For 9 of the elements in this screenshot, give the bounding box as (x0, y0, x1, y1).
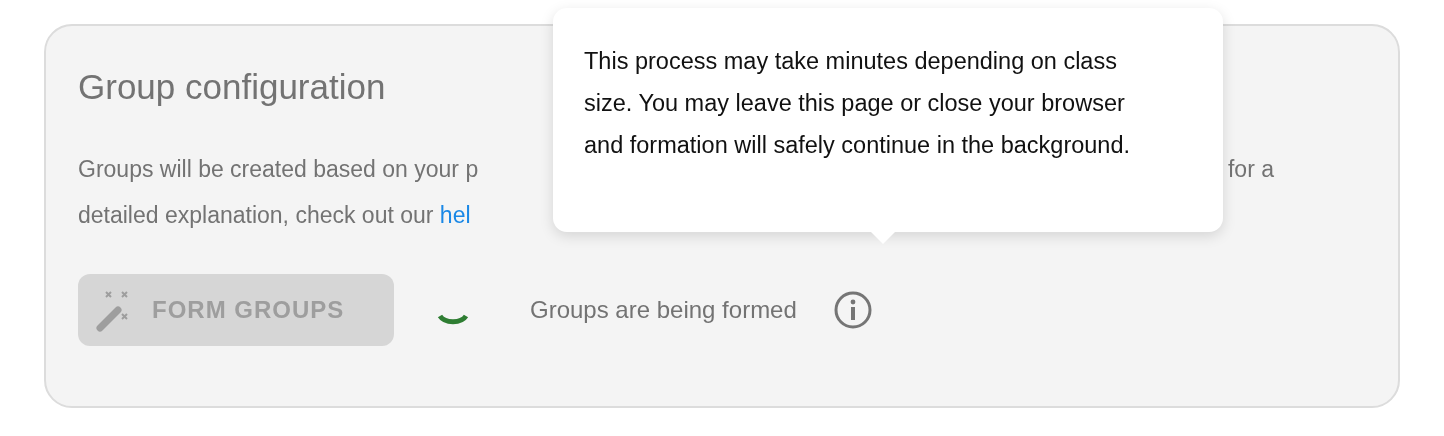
description-text: detailed explanation, check out our (78, 202, 434, 228)
description-text: Groups will be created based on your p (78, 155, 479, 184)
card-title: Group configuration (78, 66, 386, 108)
description-text: for a (1227, 155, 1274, 184)
loading-spinner-icon (436, 313, 470, 327)
status-text: Groups are being formed (530, 296, 797, 324)
tooltip-text: This process may take minutes depending on class size. You may leave this page or close your browser and formation will safely continue in the background. (584, 47, 1132, 160)
help-link[interactable]: hel (439, 202, 471, 228)
info-icon[interactable] (832, 290, 873, 330)
